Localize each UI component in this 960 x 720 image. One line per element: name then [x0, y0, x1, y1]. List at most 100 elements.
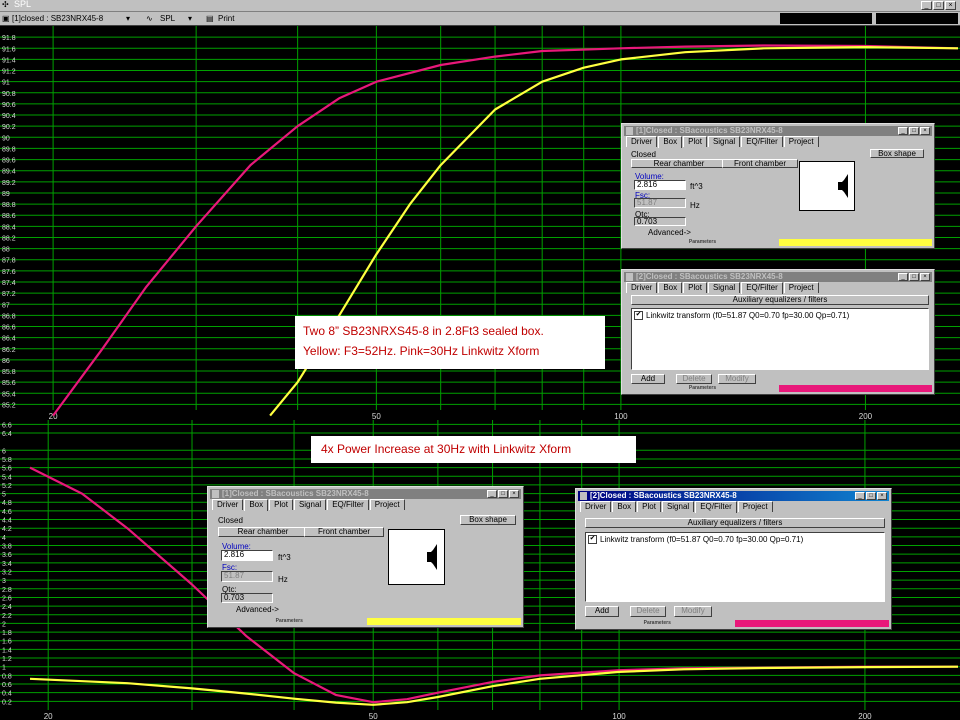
list-item[interactable]: ✔ Linkwitz transform (f0=51.87 Q0=0.70 fp… — [588, 535, 804, 545]
minimize-button[interactable]: _ — [855, 492, 865, 500]
y-tick-label: 3.6 — [2, 552, 12, 559]
add-button[interactable]: Add — [631, 374, 665, 384]
qtc-field: 0.703 — [221, 593, 273, 603]
y-tick-label: 3 — [2, 578, 6, 585]
box-type: Closed — [218, 516, 243, 525]
printer-icon: ▤ — [206, 14, 214, 23]
close-button[interactable]: × — [945, 1, 956, 10]
parameters-label: Parameters — [626, 385, 779, 392]
delete-button[interactable]: Delete — [630, 606, 666, 617]
front-chamber-button[interactable]: Front chamber — [722, 159, 798, 168]
y-tick-label: 0.8 — [2, 673, 12, 680]
view-dropdown-icon[interactable]: ▾ — [188, 13, 192, 24]
tab-driver[interactable]: Driver — [212, 499, 244, 510]
dialog-title-bar: [2]Closed : SBacoustics SB23NRX45-8 _ □ × — [624, 272, 932, 282]
y-tick-label: 5.8 — [2, 457, 12, 464]
minimize-button[interactable]: _ — [487, 490, 497, 498]
tab-plot[interactable]: Plot — [683, 136, 707, 147]
curve-color-swatch — [779, 385, 932, 392]
tab-box[interactable]: Box — [658, 282, 683, 293]
tab-driver[interactable]: Driver — [626, 136, 658, 147]
rear-chamber-button[interactable]: Rear chamber — [218, 527, 308, 537]
y-tick-label: 91.6 — [2, 46, 16, 53]
selector-dropdown-icon[interactable]: ▾ — [126, 13, 130, 24]
tab-signal[interactable]: Signal — [293, 499, 327, 510]
tab-project[interactable]: Project — [783, 282, 819, 293]
checkbox-checked[interactable]: ✔ — [588, 535, 597, 545]
tab-box[interactable]: Box — [244, 499, 269, 511]
minimize-button[interactable]: _ — [898, 273, 908, 281]
volume-field[interactable]: 2.816 — [634, 180, 686, 190]
y-tick-label: 1.8 — [2, 630, 12, 637]
close-button[interactable]: × — [920, 127, 930, 135]
tab-eq-filter[interactable]: EQ/Filter — [741, 282, 783, 294]
tab-eq-filter[interactable]: EQ/Filter — [327, 499, 369, 510]
readout-box-2 — [876, 13, 958, 24]
tab-driver[interactable]: Driver — [580, 501, 612, 512]
eq-dialog-top: [2]Closed : SBacoustics SB23NRX45-8 _ □ × … — [621, 269, 935, 395]
tab-box[interactable]: Box — [612, 501, 637, 512]
maximize-button[interactable]: □ — [909, 273, 919, 281]
volume-field[interactable]: 2.816 — [221, 550, 273, 561]
tab-eq-filter[interactable]: EQ/Filter — [741, 136, 783, 147]
y-tick-label: 90.2 — [2, 124, 16, 131]
aux-equalizers-header[interactable]: Auxiliary equalizers / filters — [585, 518, 885, 528]
modify-button[interactable]: Modify — [674, 606, 712, 617]
y-tick-label: 86.8 — [2, 313, 16, 320]
qtc-field: 0.703 — [634, 217, 686, 226]
maximize-button[interactable]: □ — [866, 492, 876, 500]
view-selector[interactable]: SPL — [160, 13, 175, 24]
maximize-button[interactable]: □ — [933, 1, 944, 10]
tab-plot[interactable]: Plot — [269, 499, 293, 510]
tab-box[interactable]: Box — [658, 136, 683, 148]
modify-button[interactable]: Modify — [718, 374, 756, 384]
y-tick-label: 85.2 — [2, 402, 16, 409]
checkbox-checked[interactable]: ✔ — [634, 311, 643, 321]
close-button[interactable]: × — [509, 490, 519, 498]
list-item[interactable]: ✔ Linkwitz transform (f0=51.87 Q0=0.70 fp… — [634, 311, 849, 321]
tab-plot[interactable]: Plot — [637, 501, 661, 512]
box-shape-button[interactable]: Box shape — [460, 515, 516, 525]
tab-signal[interactable]: Signal — [707, 282, 741, 293]
maximize-button[interactable]: □ — [909, 127, 919, 135]
close-button[interactable]: × — [877, 492, 887, 500]
y-tick-label: 4.4 — [2, 518, 12, 525]
box-shape-button[interactable]: Box shape — [870, 149, 924, 158]
advanced-button[interactable]: Advanced-> — [236, 605, 279, 614]
y-tick-label: 86 — [2, 358, 10, 365]
tab-project[interactable]: Project — [783, 136, 819, 147]
app-icon[interactable]: ✣ — [2, 1, 11, 9]
box-dialog-top: [1]Closed : SBacoustics SB23NRX45-8 _ □ × … — [621, 123, 935, 249]
y-tick-label: 89.6 — [2, 158, 16, 165]
box-type: Closed — [631, 150, 656, 159]
y-tick-label: 2 — [2, 621, 6, 628]
y-tick-label: 2.6 — [2, 595, 12, 602]
front-chamber-button[interactable]: Front chamber — [304, 527, 384, 537]
dialog-icon — [626, 127, 633, 135]
y-tick-label: 90.4 — [2, 113, 16, 120]
filter-item-label: Linkwitz transform (f0=51.87 Q0=0.70 fp=… — [600, 535, 804, 544]
tab-signal[interactable]: Signal — [661, 501, 695, 512]
tab-plot[interactable]: Plot — [683, 282, 707, 293]
advanced-button[interactable]: Advanced-> — [648, 228, 691, 237]
driver-selector[interactable]: [1]closed : SB23NRX45-8 — [12, 13, 103, 24]
tab-project[interactable]: Project — [737, 501, 773, 512]
doc-icon: ▣ — [2, 14, 10, 23]
aux-equalizers-header[interactable]: Auxiliary equalizers / filters — [631, 295, 929, 305]
add-button[interactable]: Add — [585, 606, 619, 617]
dialog-icon — [626, 273, 633, 281]
delete-button[interactable]: Delete — [676, 374, 712, 384]
volume-unit: ft^3 — [278, 553, 291, 562]
rear-chamber-button[interactable]: Rear chamber — [631, 159, 727, 168]
tab-driver[interactable]: Driver — [626, 282, 658, 293]
minimize-button[interactable]: _ — [898, 127, 908, 135]
print-button[interactable]: Print — [218, 13, 234, 24]
tab-project[interactable]: Project — [369, 499, 405, 510]
fsc-field: 51.87 — [221, 571, 273, 582]
tab-signal[interactable]: Signal — [707, 136, 741, 147]
tab-eq-filter[interactable]: EQ/Filter — [695, 501, 737, 513]
close-button[interactable]: × — [920, 273, 930, 281]
minimize-button[interactable]: _ — [921, 1, 932, 10]
speaker-icon — [838, 174, 848, 198]
maximize-button[interactable]: □ — [498, 490, 508, 498]
